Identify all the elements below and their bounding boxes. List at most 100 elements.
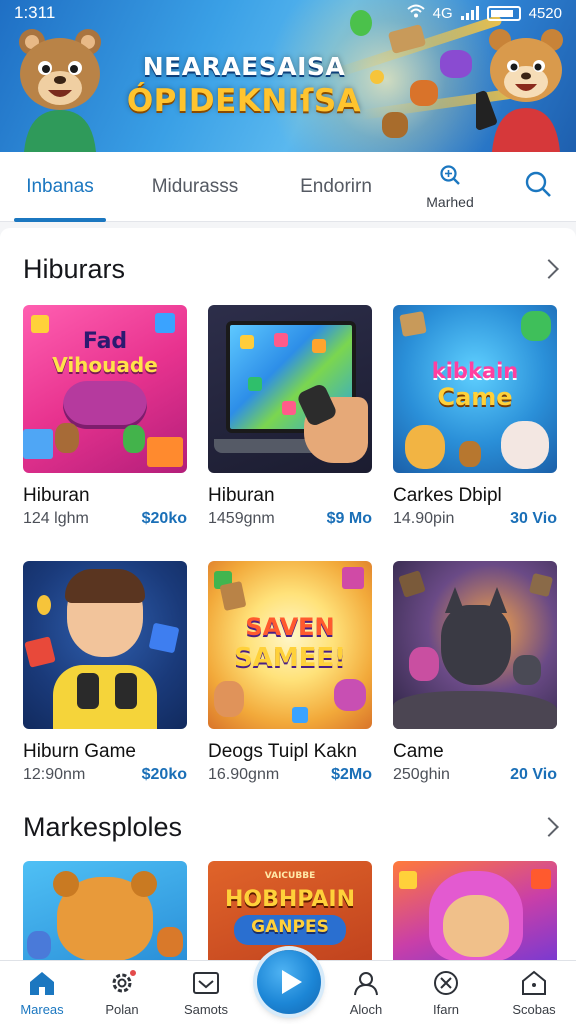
tab-marhed[interactable]: Marhed xyxy=(414,152,486,222)
thumbnail-art-text: Vihouade xyxy=(52,353,158,377)
cube-decoration xyxy=(312,339,326,353)
floating-animal-decoration xyxy=(410,80,438,106)
nav-explore[interactable]: Ifarn xyxy=(406,961,486,1024)
search-icon xyxy=(439,164,461,192)
character-decoration xyxy=(334,679,366,711)
nav-home[interactable]: Mareas xyxy=(2,961,82,1024)
card-title: Carkes Dbipl xyxy=(393,485,502,506)
game-thumbnail: kibkain Came xyxy=(393,305,557,473)
nav-label: Aloch xyxy=(349,1002,383,1017)
card-title: Hiburan xyxy=(208,485,275,506)
character-decoration xyxy=(123,425,145,453)
cube-decoration xyxy=(398,570,426,598)
nav-profile[interactable]: Aloch xyxy=(326,961,406,1024)
game-card[interactable]: kibkain Came Carkes Dbipl 14.90pin 30 Vi… xyxy=(393,305,557,527)
cube-decoration xyxy=(342,567,364,589)
controller-icon xyxy=(77,673,99,709)
floating-animal-decoration xyxy=(382,112,408,138)
wolf-ear xyxy=(445,587,465,613)
cube-decoration xyxy=(528,572,554,598)
card-meta: 250ghin xyxy=(393,766,450,783)
nav-label: Mareas xyxy=(20,1002,64,1017)
play-button[interactable] xyxy=(257,950,321,1014)
status-time: 1:311 xyxy=(14,3,56,22)
controller-icon xyxy=(115,673,137,709)
status-right-text: 4520 xyxy=(528,4,562,22)
nav-label: Scobas xyxy=(512,1002,556,1017)
raccoon-mascot-right xyxy=(476,29,563,152)
game-thumbnail xyxy=(23,561,187,729)
notification-badge xyxy=(128,968,138,978)
bear-mascot-left xyxy=(19,29,101,152)
game-card[interactable]: Fad Vihouade Hiburan 124 lghm $20ko xyxy=(23,305,187,527)
wolf-character xyxy=(441,605,511,685)
game-card[interactable] xyxy=(393,861,557,961)
character-decoration xyxy=(55,423,79,453)
search-button[interactable] xyxy=(512,152,564,222)
shop-icon xyxy=(520,970,548,996)
section-title: Markesploles xyxy=(23,812,183,842)
card-meta: 14.90pin xyxy=(393,510,455,527)
game-card[interactable]: VAICUBBE HOBHPAIN GANPES xyxy=(208,861,372,961)
cube-decoration xyxy=(23,429,53,459)
chevron-right-icon[interactable] xyxy=(539,259,559,279)
nav-settings[interactable]: Polan xyxy=(82,961,162,1024)
floating-cat-decoration xyxy=(440,50,472,78)
game-card[interactable]: Hiburan 1459gnm $9 Mo xyxy=(208,305,372,527)
card-meta: 12:90nm xyxy=(23,766,86,783)
cube-decoration xyxy=(274,333,288,347)
tab-label: Inbanas xyxy=(26,176,94,197)
nav-label: Polan xyxy=(105,1002,139,1017)
search-icon xyxy=(524,170,552,204)
character-decoration xyxy=(459,441,481,467)
content-sheet: Hiburars Fad Vihouade Hiburan 124 lghm $… xyxy=(0,228,576,968)
card-meta: 124 lghm xyxy=(23,510,89,527)
card-title: Hiburn Game xyxy=(23,741,136,762)
game-thumbnail xyxy=(208,305,372,473)
coin-decoration xyxy=(37,595,51,615)
cube-decoration xyxy=(248,377,262,391)
card-price: $20ko xyxy=(141,766,187,783)
tab-inbanas[interactable]: Inbanas xyxy=(14,152,106,222)
cube-decoration xyxy=(219,580,247,612)
card-price: $20ko xyxy=(141,510,187,527)
game-thumbnail xyxy=(393,561,557,729)
card-price: 20 Vio xyxy=(510,766,557,783)
tab-endorirn[interactable]: Endorirn xyxy=(286,152,386,222)
card-price: $9 Mo xyxy=(326,510,372,527)
cube-decoration xyxy=(531,869,551,889)
game-card[interactable]: Hiburn Game 12:90nm $20ko xyxy=(23,561,187,783)
nav-label: Samots xyxy=(183,1002,229,1017)
cube-decoration xyxy=(399,871,417,889)
battery-icon xyxy=(486,5,521,21)
bear-ear xyxy=(53,871,79,897)
cube-decoration xyxy=(148,622,180,654)
play-icon xyxy=(282,970,302,994)
active-tab-indicator xyxy=(14,218,106,222)
inbox-icon xyxy=(192,970,220,996)
thumbnail-art-text: kibkain xyxy=(431,359,519,383)
tab-label: Midurasss xyxy=(151,176,239,197)
wolf-ear xyxy=(487,587,507,613)
category-tabs: Inbanas Midurasss Endorirn Marhed xyxy=(0,152,576,222)
character-decoration xyxy=(157,927,183,957)
hero-title: NEARAESAISA ÓPIDEKNIſSA xyxy=(118,52,370,119)
card-meta: 1459gnm xyxy=(208,510,275,527)
hero-title-line2: ÓPIDEKNIſSA xyxy=(126,83,362,119)
thumbnail-art-text: Came xyxy=(437,383,513,411)
card-title: Hiburan xyxy=(23,485,90,506)
nav-shop[interactable]: Scobas xyxy=(494,961,574,1024)
nav-inbox[interactable]: Samots xyxy=(166,961,246,1024)
character-decoration xyxy=(214,681,244,717)
card-title: Deogs Tuipl Kakn xyxy=(208,741,357,762)
game-thumbnail xyxy=(23,861,187,961)
thumbnail-art-text: HOBHPAIN xyxy=(224,887,356,912)
game-thumbnail: Fad Vihouade xyxy=(23,305,187,473)
game-card[interactable] xyxy=(23,861,187,961)
tab-midurasss[interactable]: Midurasss xyxy=(140,152,250,222)
tab-label: Endorirn xyxy=(300,176,372,197)
signal-icon xyxy=(460,6,479,20)
game-card[interactable]: SAVEN SAMEE! Deogs Tuipl Kakn 16.90gnm $… xyxy=(208,561,372,783)
game-card[interactable]: Came 250ghin 20 Vio xyxy=(393,561,557,783)
chevron-right-icon[interactable] xyxy=(539,817,559,837)
